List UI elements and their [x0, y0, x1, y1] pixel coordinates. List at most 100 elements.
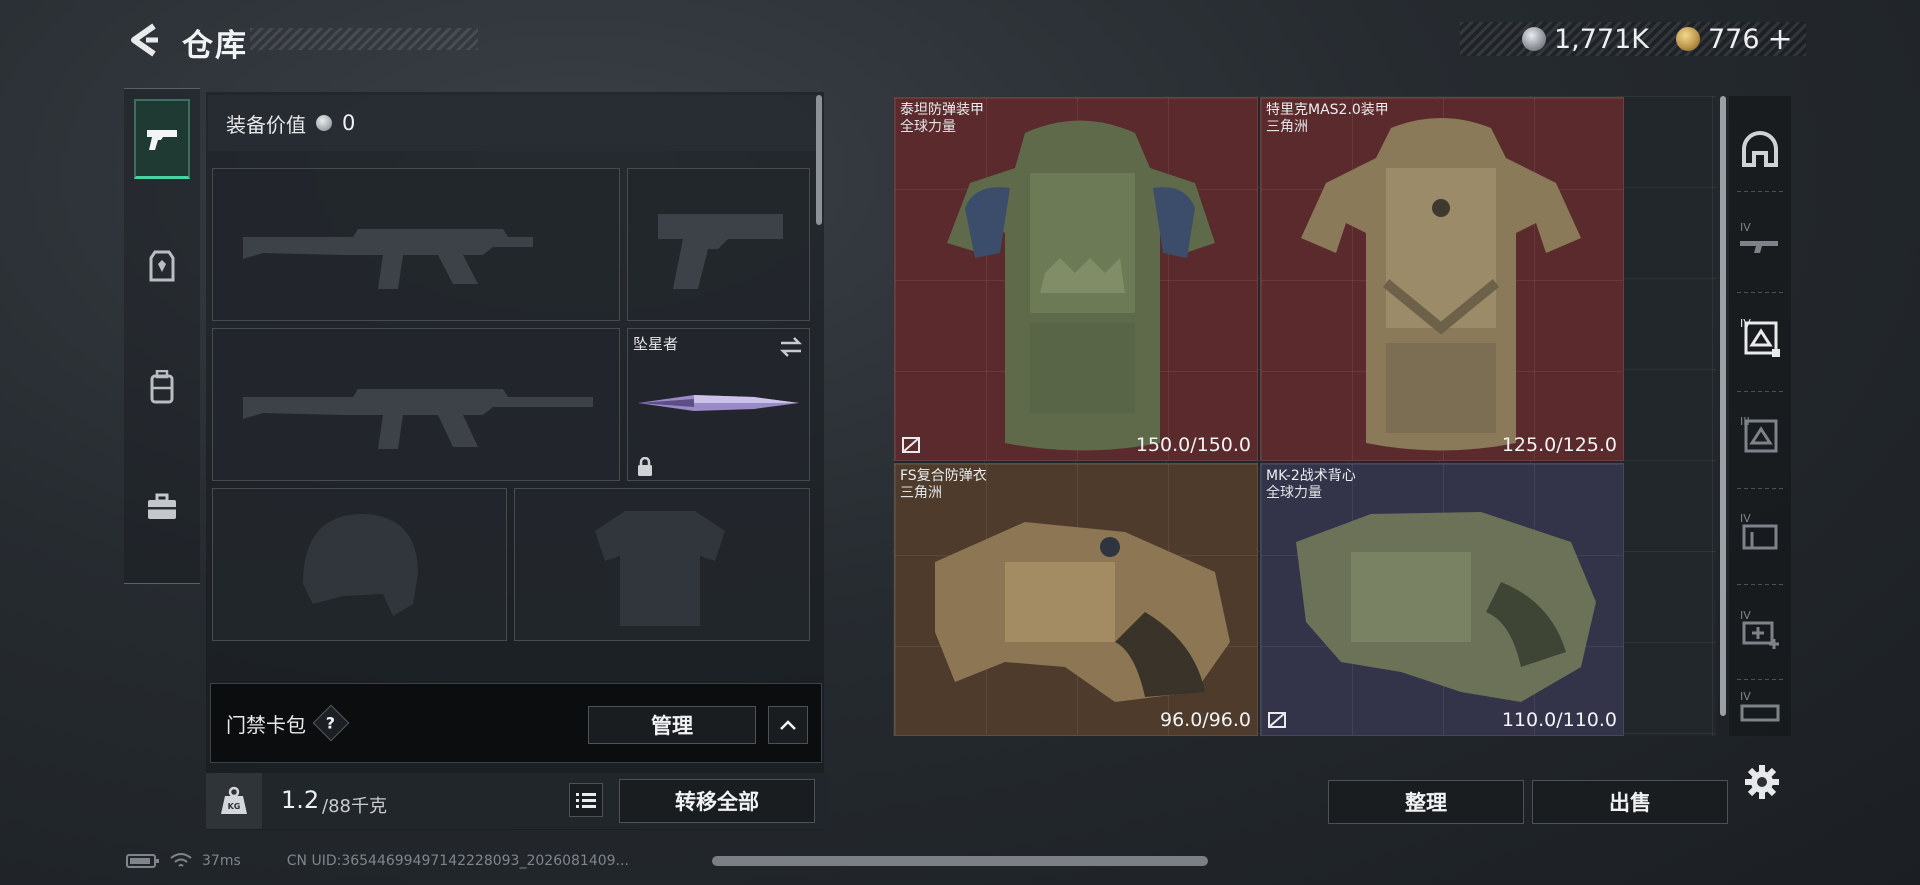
page-title: 仓库: [182, 28, 248, 64]
item-faction: 三角洲: [1266, 119, 1308, 135]
item-durability: 96.0/96.0: [1159, 709, 1251, 731]
left-category-tabs: [124, 88, 200, 584]
rail-item-weapons[interactable]: IV: [1737, 216, 1783, 262]
no-insure-icon: [1268, 712, 1286, 728]
manage-button[interactable]: 管理: [588, 706, 756, 744]
battery-icon: [126, 854, 159, 868]
transfer-all-button[interactable]: 转移全部: [619, 779, 815, 823]
armor-item-image: [1296, 512, 1596, 702]
chevron-up-icon: [780, 720, 796, 730]
gold-coin-icon: [1676, 27, 1700, 51]
melee-slot[interactable]: 坠星者: [627, 328, 810, 481]
rail-item-armor-iii[interactable]: III: [1737, 412, 1783, 458]
back-button[interactable]: [124, 20, 164, 60]
container-iv-icon: IV: [1740, 512, 1778, 550]
weight-icon: KG: [221, 786, 247, 814]
helmet-slot[interactable]: [212, 488, 507, 641]
item-durability: 125.0/125.0: [1501, 434, 1617, 456]
item-durability: 110.0/110.0: [1501, 709, 1617, 731]
rail-item-armor[interactable]: IV: [1737, 314, 1783, 360]
medkit-iv-icon: IV: [1740, 609, 1779, 649]
silver-currency-value: 1,771K: [1554, 23, 1650, 55]
rail-item-all[interactable]: [1737, 126, 1783, 172]
equipment-value-label: 装备价值: [226, 112, 306, 137]
body-armor-slot[interactable]: [514, 488, 810, 641]
collapse-button[interactable]: [768, 706, 808, 744]
equipment-value: 0: [342, 111, 356, 135]
storage-item[interactable]: 泰坦防弹装甲 全球力量 150.0/150.0: [894, 97, 1258, 461]
no-insure-icon: [902, 437, 920, 453]
melee-item-name: 坠星者: [633, 335, 679, 353]
rifle-silhouette-icon: [243, 229, 533, 289]
secondary-weapon-slot[interactable]: [212, 328, 620, 481]
armor-silhouette-icon: [595, 511, 725, 626]
keycard-bag-row: 门禁卡包 ? 管理: [210, 683, 822, 763]
rifle-iv-icon: IV: [1740, 221, 1778, 253]
svg-text:IV: IV: [1740, 609, 1751, 622]
helmet-silhouette-icon: [303, 514, 418, 616]
rail-item-containers[interactable]: IV: [1737, 509, 1783, 555]
item-name: MK-2战术背心: [1266, 468, 1356, 484]
svg-text:IV: IV: [1740, 512, 1751, 525]
tab-toolbox[interactable]: [134, 467, 190, 547]
backpack-icon: [150, 370, 174, 404]
gold-currency[interactable]: 776 +: [1676, 22, 1793, 57]
item-faction: 三角洲: [900, 485, 942, 501]
back-arrow-icon: [131, 23, 158, 57]
gold-currency-value: 776: [1708, 23, 1760, 55]
svg-text:KG: KG: [228, 802, 241, 811]
silver-coin-icon: [316, 115, 332, 131]
tab-weapons[interactable]: [134, 99, 190, 179]
item-name: 特里克MAS2.0装甲: [1266, 102, 1389, 118]
list-view-button[interactable]: [569, 783, 603, 817]
silver-currency: 1,771K: [1522, 22, 1649, 56]
wifi-icon: [170, 853, 192, 867]
tab-backpack[interactable]: [134, 347, 190, 427]
help-icon[interactable]: ?: [312, 704, 350, 742]
armor-vest-icon: [149, 250, 175, 282]
rifle-silhouette-icon: [243, 389, 593, 449]
storage-item[interactable]: MK-2战术背心 全球力量 110.0/110.0: [1260, 463, 1624, 736]
sort-button[interactable]: 整理: [1328, 780, 1524, 824]
currency-bar: 1,771K 776 +: [1460, 22, 1806, 57]
settings-button[interactable]: [1744, 764, 1780, 800]
equipment-value-row: 装备价值 0: [208, 95, 816, 151]
weight-badge: KG: [206, 773, 262, 829]
loadout-scrollbar[interactable]: [816, 95, 822, 225]
storage-item[interactable]: 特里克MAS2.0装甲 三角洲 125.0/125.0: [1260, 97, 1624, 461]
home-indicator[interactable]: [712, 856, 1208, 866]
item-name: FS复合防弹衣: [900, 468, 987, 484]
armor-iv-icon: IV: [1740, 317, 1780, 357]
item-name: 泰坦防弹装甲: [900, 102, 984, 118]
weight-max: /88千克: [322, 796, 387, 817]
storage-item[interactable]: FS复合防弹衣 三角洲 96.0/96.0: [894, 463, 1258, 736]
uid-text: CN UID:36544699497142228093_2026081409..…: [286, 853, 629, 869]
lock-icon: [638, 457, 652, 476]
svg-text:IV: IV: [1740, 221, 1751, 234]
item-faction: 全球力量: [1266, 485, 1322, 501]
storage-category-rail: IV IV III IV IV IV: [1729, 96, 1791, 736]
toolbox-icon: [148, 493, 176, 519]
rail-item-vehicles[interactable]: IV: [1737, 690, 1783, 730]
list-icon: [576, 793, 596, 808]
vehicle-iv-icon: IV: [1740, 690, 1780, 722]
swap-icon[interactable]: [778, 337, 804, 357]
rail-item-medical[interactable]: IV: [1737, 606, 1783, 652]
knife-icon: [638, 395, 799, 411]
armor-item-image: [947, 120, 1215, 451]
storage-scrollbar[interactable]: [1720, 96, 1726, 716]
tab-armor[interactable]: [134, 227, 190, 307]
status-bar: 37ms CN UID:36544699497142228093_2026081…: [126, 848, 629, 874]
sell-button[interactable]: 出售: [1532, 780, 1728, 824]
silver-coin-icon: [1522, 27, 1546, 51]
add-currency-button[interactable]: +: [1768, 22, 1793, 57]
weight-row: KG 1.2 /88千克 转移全部: [206, 773, 828, 829]
item-faction: 全球力量: [900, 119, 956, 135]
primary-weapon-slot[interactable]: [212, 168, 620, 321]
title-decoration: [250, 28, 478, 50]
armor-iii-icon: III: [1740, 415, 1778, 453]
pistol-silhouette-icon: [658, 214, 783, 289]
svg-text:IV: IV: [1740, 690, 1751, 703]
gear-icon: [1745, 765, 1779, 799]
pistol-slot[interactable]: [627, 168, 810, 321]
